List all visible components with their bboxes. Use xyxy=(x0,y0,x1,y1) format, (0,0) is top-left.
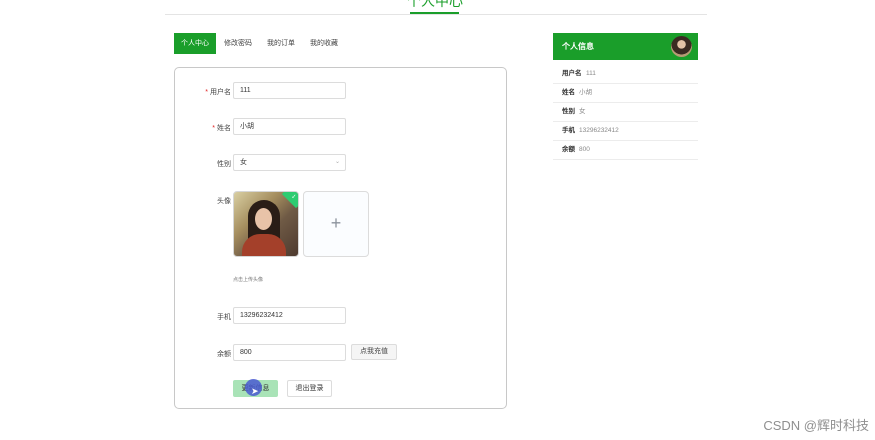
info-panel-title: 个人信息 xyxy=(562,42,594,51)
check-icon: ✓ xyxy=(291,194,297,201)
avatar-label: 头像 xyxy=(217,198,231,205)
balance-field[interactable]: 800 xyxy=(233,344,346,361)
username-label: * 用户名 xyxy=(205,89,231,96)
tab-bar: 个人中心 修改密码 我的订单 我的收藏 xyxy=(174,33,345,54)
name-label: * 姓名 xyxy=(212,125,231,132)
info-value: 女 xyxy=(579,108,586,115)
avatar-body xyxy=(242,234,286,256)
tab-my-favorites[interactable]: 我的收藏 xyxy=(303,33,345,54)
phone-field[interactable]: 13296232412 xyxy=(233,307,346,324)
page-title: 个人中心 xyxy=(407,0,463,9)
chevron-down-icon: ⌄ xyxy=(334,159,340,165)
info-value: 111 xyxy=(586,70,596,77)
gender-select[interactable]: 女 ⌄ xyxy=(233,154,346,171)
tab-change-password[interactable]: 修改密码 xyxy=(217,33,259,54)
username-field[interactable]: 111 xyxy=(233,82,346,99)
info-row-phone: 手机 13296232412 xyxy=(553,121,698,141)
info-row-gender: 性别 女 xyxy=(553,102,698,122)
watermark: CSDN @辉时科技 xyxy=(763,418,869,433)
info-key: 余额 xyxy=(562,146,575,153)
avatar xyxy=(671,36,692,57)
info-value: 13296232412 xyxy=(579,127,619,134)
upload-avatar-button[interactable]: + xyxy=(303,191,369,257)
tab-my-orders[interactable]: 我的订单 xyxy=(260,33,302,54)
info-panel-header: 个人信息 xyxy=(553,33,698,60)
top-divider xyxy=(165,14,707,15)
info-row-name: 姓名 小胡 xyxy=(553,83,698,103)
avatar-face xyxy=(255,208,272,230)
info-key: 手机 xyxy=(562,127,575,134)
upload-hint: 点击上传头像 xyxy=(233,277,264,283)
info-row-balance: 余额 800 xyxy=(553,140,698,160)
gender-label: 性别 xyxy=(217,161,231,168)
info-value: 800 xyxy=(579,146,590,153)
avatar-image[interactable]: ✓ xyxy=(233,191,299,257)
required-mark: * xyxy=(205,89,208,96)
info-key: 用户名 xyxy=(562,70,582,77)
info-value: 小胡 xyxy=(579,89,592,96)
info-row-username: 用户名 111 xyxy=(553,64,698,84)
plus-icon: + xyxy=(330,213,342,233)
gender-select-value: 女 xyxy=(240,159,247,166)
name-field[interactable]: 小胡 xyxy=(233,118,346,135)
tab-personal-center[interactable]: 个人中心 xyxy=(174,33,216,54)
pointer-icon: ➤ xyxy=(251,386,259,396)
recharge-button[interactable]: 点我充值 xyxy=(351,344,397,360)
required-mark: * xyxy=(212,125,215,132)
profile-form: * 用户名 111 * 姓名 小胡 性别 女 ⌄ 头像 ✓ + 点击上传头像 手机 … xyxy=(174,67,507,409)
phone-label: 手机 xyxy=(217,314,231,321)
info-key: 性别 xyxy=(562,108,575,115)
upload-success-badge: ✓ xyxy=(281,192,298,209)
balance-label: 余额 xyxy=(217,351,231,358)
info-key: 姓名 xyxy=(562,89,575,96)
logout-button[interactable]: 退出登录 xyxy=(287,380,332,397)
